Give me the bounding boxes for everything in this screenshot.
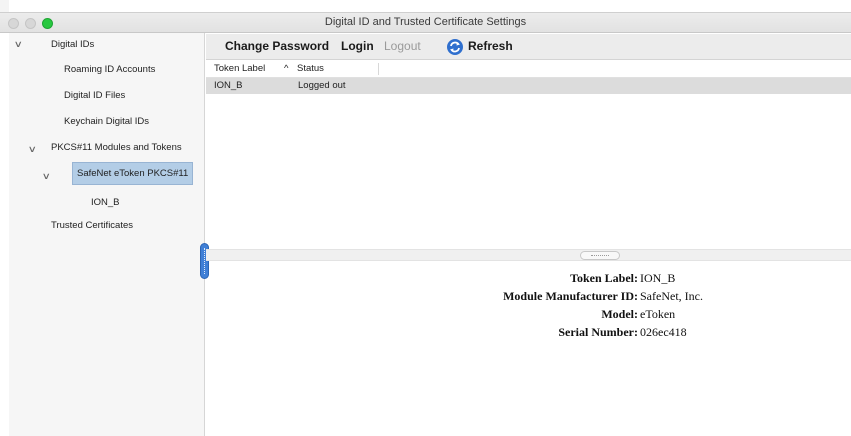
detail-key: Token Label: xyxy=(570,271,638,285)
sidebar-item-label: Roaming ID Accounts xyxy=(64,64,156,75)
sidebar-item-safenet-etoken[interactable]: ∨ SafeNet eToken PKCS#11 xyxy=(9,161,205,185)
chevron-down-icon[interactable]: ∨ xyxy=(14,39,23,50)
detail-value: eToken xyxy=(640,307,676,321)
detail-row-manufacturer: Module Manufacturer ID: SafeNet, Inc. xyxy=(206,289,851,307)
sidebar-item-label: ION_B xyxy=(91,197,120,208)
chevron-down-icon[interactable]: ∨ xyxy=(28,144,37,155)
sidebar-item-label: Digital IDs xyxy=(51,39,95,50)
sidebar-item-label: SafeNet eToken PKCS#11 xyxy=(72,162,194,185)
sidebar-item-label: PKCS#11 Modules and Tokens xyxy=(51,142,182,153)
sidebar-tree: ∨ Digital IDs Roaming ID Accounts Digita… xyxy=(9,33,205,436)
app-window: Digital ID and Trusted Certificate Setti… xyxy=(0,12,851,436)
token-label-cell: ION_B xyxy=(214,80,243,91)
refresh-button[interactable]: Refresh xyxy=(468,39,513,53)
column-divider[interactable] xyxy=(378,63,379,75)
sidebar-item-label: Digital ID Files xyxy=(64,90,126,101)
login-button[interactable]: Login xyxy=(341,39,374,53)
detail-value: SafeNet, Inc. xyxy=(640,289,703,303)
table-row[interactable]: ION_B Logged out xyxy=(206,78,851,94)
logout-button[interactable]: Logout xyxy=(384,39,421,53)
detail-value: ION_B xyxy=(640,271,676,285)
refresh-icon[interactable] xyxy=(446,38,464,56)
title-bar: Digital ID and Trusted Certificate Setti… xyxy=(0,13,851,33)
sidebar-item-label: Trusted Certificates xyxy=(51,220,134,231)
sidebar-item-keychain-digital-ids[interactable]: Keychain Digital IDs xyxy=(9,109,205,133)
table-header: Token Label ^ Status xyxy=(206,61,851,78)
toolbar: Change Password Login Logout Refresh xyxy=(206,34,851,60)
splitter-grip-icon[interactable] xyxy=(580,251,620,260)
detail-key: Model: xyxy=(601,307,638,321)
sidebar-item-digital-id-files[interactable]: Digital ID Files xyxy=(9,83,205,107)
detail-row-model: Model: eToken xyxy=(206,307,851,325)
detail-row-serial-number: Serial Number: 026ec418 xyxy=(206,325,851,343)
pane-splitter[interactable] xyxy=(206,249,851,261)
sidebar-item-label: Keychain Digital IDs xyxy=(64,116,150,127)
chevron-down-icon[interactable]: ∨ xyxy=(42,171,51,182)
column-header-status[interactable]: Status xyxy=(297,63,324,74)
detail-value: 026ec418 xyxy=(640,325,687,339)
sidebar-item-pkcs11-modules[interactable]: ∨ PKCS#11 Modules and Tokens xyxy=(9,135,205,159)
change-password-button[interactable]: Change Password xyxy=(225,39,329,53)
detail-key: Module Manufacturer ID: xyxy=(503,289,638,303)
sidebar-item-ion-b[interactable]: ION_B xyxy=(9,187,205,211)
sort-ascending-icon[interactable]: ^ xyxy=(284,63,288,74)
status-cell: Logged out xyxy=(298,80,346,91)
column-header-token-label[interactable]: Token Label xyxy=(214,63,265,74)
sidebar-item-trusted-certificates[interactable]: Trusted Certificates xyxy=(9,213,205,237)
sidebar-item-roaming-id-accounts[interactable]: Roaming ID Accounts xyxy=(9,57,205,81)
sidebar-item-digital-ids[interactable]: ∨ Digital IDs xyxy=(9,33,205,57)
detail-key: Serial Number: xyxy=(558,325,638,339)
detail-row-token-label: Token Label: ION_B xyxy=(206,271,851,289)
window-title: Digital ID and Trusted Certificate Setti… xyxy=(324,16,527,28)
